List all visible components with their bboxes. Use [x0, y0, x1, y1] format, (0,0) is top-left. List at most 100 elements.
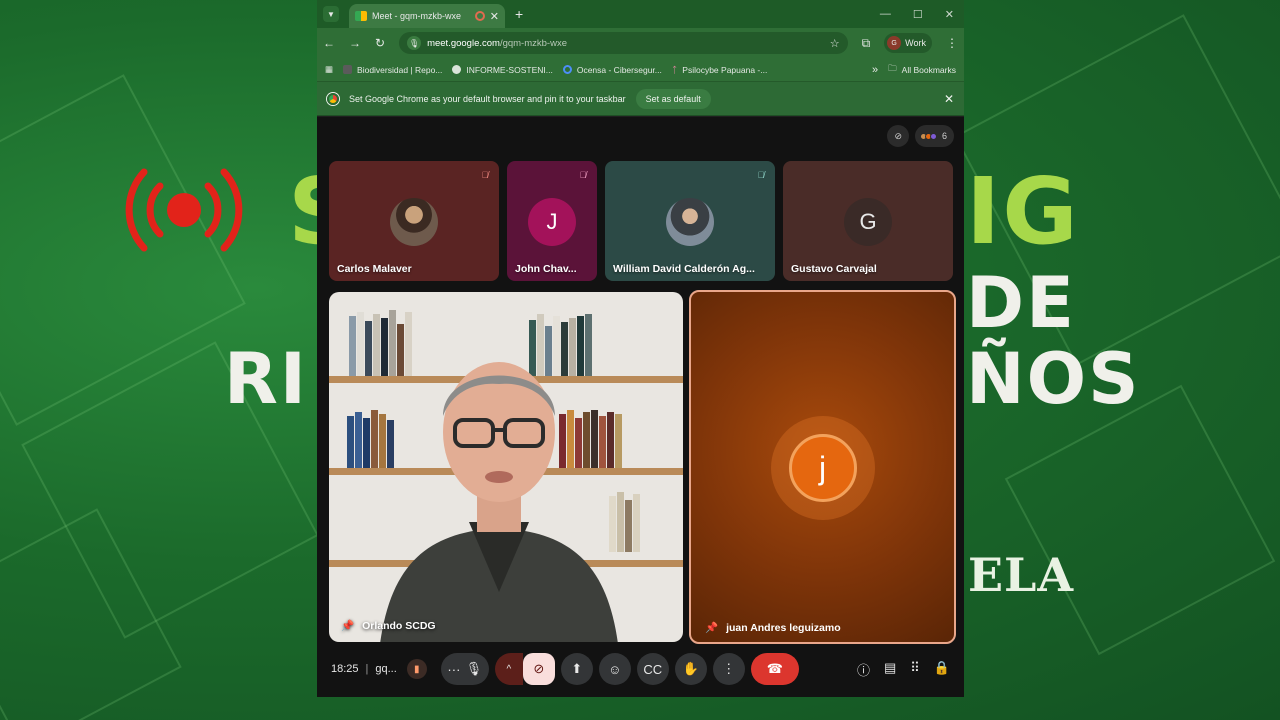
side-panel-controls: ⓘ ▤ ⠿ 🔒 — [857, 660, 950, 679]
bookmark-item[interactable]: INFORME-SOSTENI... — [452, 64, 553, 75]
captions-icon: CC — [643, 661, 663, 677]
present-screen-button[interactable]: ⬆ — [560, 653, 593, 685]
hand-icon: ✋ — [682, 661, 699, 676]
participant-name: John Chav... — [515, 263, 577, 275]
bookmark-label: INFORME-SOSTENI... — [466, 64, 553, 75]
microphone-icon[interactable]: 🎙 — [466, 661, 483, 677]
bookmark-item[interactable]: ᛏ Psilocybe Papuana -... — [672, 65, 767, 75]
address-bar[interactable]: 🎙 meet.google.com/gqm-mzkb-wxe ☆ — [399, 32, 848, 54]
new-tab-button[interactable]: + — [515, 6, 523, 22]
camera-options-caret-icon[interactable]: ^ — [494, 653, 523, 685]
host-lock-icon[interactable]: 🔒 — [934, 660, 950, 679]
participant-photo — [666, 198, 714, 246]
camera-off-button[interactable]: ⊘ — [522, 653, 555, 685]
ocensa-favicon-icon — [562, 65, 572, 74]
extensions-icon[interactable]: ⧉ — [862, 36, 871, 51]
bookmark-item[interactable]: Ocensa - Cibersegur... — [562, 64, 662, 75]
pinned-participant-video[interactable]: j 📌 juan Andres leguizamo — [689, 290, 956, 644]
browser-window: ▼ Meet - gqm-mzkb-wxe ✕ + — ☐ ✕ ← → ↻ 🎙 … — [317, 0, 964, 697]
more-options-button[interactable]: ⋮ — [712, 653, 745, 685]
url-path: /gqm-mzkb-wxe — [499, 37, 567, 49]
captions-button[interactable]: CC — [636, 653, 669, 685]
maximize-icon[interactable]: ☐ — [913, 8, 923, 21]
wallpaper-headline: ÑOS — [966, 338, 1141, 420]
info-icon[interactable]: ⓘ — [857, 660, 870, 679]
more-audio-options-icon[interactable]: ··· — [447, 662, 460, 677]
profile-button[interactable]: G Work — [884, 33, 932, 53]
all-bookmarks-label: All Bookmarks — [901, 64, 956, 75]
profile-avatar: G — [887, 36, 902, 50]
mic-off-icon: 🎙̸ — [579, 170, 587, 180]
participant-avatar: G — [844, 198, 892, 246]
hide-tiles-button[interactable]: ⊘ — [887, 125, 909, 147]
main-speaker-video[interactable]: 📌 Orlando SCDG — [329, 292, 683, 642]
apps-grid-icon[interactable]: ▦ — [325, 64, 333, 75]
infobar-message: Set Google Chrome as your default browse… — [349, 93, 626, 104]
audio-controls[interactable]: ··· 🎙 — [440, 653, 489, 685]
bookmark-label: Psilocybe Papuana -... — [682, 64, 768, 75]
site-info-icon[interactable]: 🎙 — [407, 36, 422, 50]
hang-up-icon: ☎ — [766, 661, 783, 676]
participant-tile[interactable]: 🎙̸ William David Calderón Ag... — [605, 161, 775, 281]
reload-icon[interactable]: ↻ — [375, 36, 385, 50]
live-broadcast-icon — [125, 168, 243, 252]
bookmark-favicon-icon — [343, 65, 353, 74]
main-speaker-label: 📌 Orlando SCDG — [341, 619, 436, 633]
separator: | — [365, 663, 369, 675]
host-controls-icon[interactable]: ▮ — [406, 659, 427, 679]
browser-menu-icon[interactable]: ⋮ — [946, 36, 958, 50]
back-icon[interactable]: ← — [323, 36, 335, 50]
call-control-group: ··· 🎙 ^ ⊘ ⬆ ☺ CC ✋ ⋮ ☎ — [440, 653, 799, 685]
raise-hand-button[interactable]: ✋ — [674, 653, 707, 685]
bookmark-item[interactable]: Biodiversidad | Repo... — [343, 65, 442, 75]
emoji-icon: ☺ — [608, 661, 622, 677]
tab-search-button[interactable]: ▼ — [323, 6, 339, 22]
url-host: meet.google.com — [427, 37, 500, 49]
activities-icon[interactable]: ⠿ — [910, 660, 920, 679]
participant-photo — [390, 198, 438, 246]
participants-chip[interactable]: 6 — [914, 125, 954, 147]
participants-avatars-icon — [919, 132, 937, 140]
folder-icon: 🗀 — [888, 62, 897, 73]
participant-tile[interactable]: G Gustavo Carvajal — [783, 161, 953, 281]
participant-name: William David Calderón Ag... — [613, 263, 755, 275]
pinned-participant-label: 📌 juan Andres leguizamo — [705, 621, 841, 635]
pin-icon[interactable]: 📌 — [705, 621, 718, 634]
bookmark-label: Ocensa - Cibersegur... — [576, 64, 662, 75]
tab-title: Meet - gqm-mzkb-wxe — [372, 11, 462, 21]
reactions-button[interactable]: ☺ — [598, 653, 631, 685]
meet-stage: ⊘ 6 🎙̸ Carlos Malaver 🎙̸ J John Chav... … — [317, 117, 964, 697]
all-bookmarks-button[interactable]: 🗀 All Bookmarks — [888, 63, 956, 77]
meet-top-tools: ⊘ 6 — [887, 125, 954, 147]
chat-icon[interactable]: ▤ — [884, 660, 896, 679]
mic-off-icon: 🎙̸ — [757, 170, 765, 180]
wallpaper-headline: DE — [966, 262, 1076, 344]
chrome-logo-icon — [327, 92, 339, 105]
set-default-button[interactable]: Set as default — [635, 88, 711, 109]
participant-tile[interactable]: 🎙̸ Carlos Malaver — [329, 161, 499, 281]
close-tab-icon[interactable]: ✕ — [490, 10, 499, 23]
main-speaker-name: Orlando SCDG — [362, 619, 436, 632]
chevron-down-icon: ▼ — [327, 9, 335, 19]
close-infobar-icon[interactable]: ✕ — [944, 92, 954, 106]
tab-strip: ▼ Meet - gqm-mzkb-wxe ✕ + — ☐ ✕ — [317, 0, 964, 28]
bookmark-label: Biodiversidad | Repo... — [357, 64, 443, 75]
participant-tile[interactable]: 🎙̸ J John Chav... — [507, 161, 597, 281]
close-window-icon[interactable]: ✕ — [945, 8, 954, 21]
speaker-figure — [380, 362, 618, 642]
more-bookmarks-icon[interactable]: » — [872, 64, 878, 76]
window-controls: — ☐ ✕ — [880, 8, 964, 21]
pin-icon[interactable]: 📌 — [341, 619, 354, 632]
forward-icon[interactable]: → — [349, 36, 361, 50]
minimize-icon[interactable]: — — [880, 8, 891, 21]
tab-meet[interactable]: Meet - gqm-mzkb-wxe ✕ — [349, 4, 505, 28]
participant-name: Gustavo Carvajal — [791, 263, 877, 275]
bookmarks-bar: ▦ Biodiversidad | Repo... INFORME-SOSTEN… — [317, 58, 964, 82]
meet-controls-bar: 18:25 | gq... ▮ ··· 🎙 ^ ⊘ ⬆ ☺ CC ✋ ⋮ ☎ ⓘ… — [317, 641, 964, 697]
browser-toolbar: ← → ↻ 🎙 meet.google.com/gqm-mzkb-wxe ☆ ⧉… — [317, 28, 964, 58]
meeting-clock: 18:25 — [331, 663, 359, 675]
mushroom-favicon-icon: ᛏ — [671, 64, 678, 75]
leave-call-button[interactable]: ☎ — [750, 653, 799, 685]
recording-indicator-icon — [474, 11, 485, 21]
bookmark-star-icon[interactable]: ☆ — [830, 37, 840, 50]
